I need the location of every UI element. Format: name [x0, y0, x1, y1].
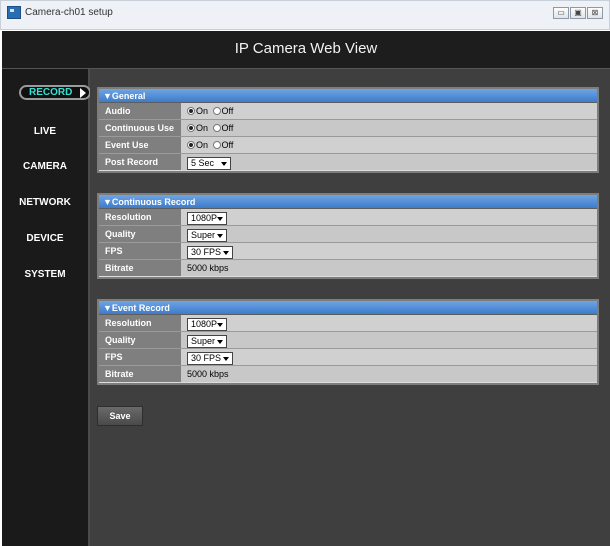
- continuous-record-header[interactable]: ▼Continuous Record: [99, 195, 597, 209]
- play-arrow-icon: [80, 88, 86, 98]
- app-icon: [7, 6, 21, 19]
- audio-on-label: On: [196, 106, 209, 116]
- event-use-label: Event Use: [99, 137, 181, 153]
- event-resolution-value: 1080P: [181, 315, 597, 331]
- nav-record-label: RECORD: [29, 87, 73, 98]
- nav-live[interactable]: LIVE: [2, 126, 88, 137]
- event-off-radio[interactable]: [212, 140, 221, 149]
- post-record-value: 5 Sec: [181, 154, 597, 170]
- continuous-fps-label: FPS: [99, 243, 181, 259]
- continuous-record-panel: ▼Continuous Record Resolution 1080P Qual…: [97, 193, 599, 279]
- continuous-use-label: Continuous Use: [99, 120, 181, 136]
- chevron-down-icon: [223, 356, 229, 361]
- continuous-quality-value: Super: [181, 226, 597, 242]
- chevron-down-icon: [223, 250, 229, 255]
- event-fps-row: FPS 30 FPS: [99, 349, 597, 366]
- audio-off-label: Off: [221, 106, 234, 116]
- continuous-bitrate-label: Bitrate: [99, 260, 181, 276]
- event-bitrate-value: 5000 kbps: [181, 366, 597, 382]
- continuous-use-value: On Off: [181, 120, 597, 136]
- continuous-fps-row: FPS 30 FPS: [99, 243, 597, 260]
- event-quality-label: Quality: [99, 332, 181, 348]
- post-record-selected: 5 Sec: [191, 157, 215, 168]
- audio-off-radio[interactable]: [212, 106, 221, 115]
- window-titlebar: Camera-ch01 setup ▭ ▣ ⊠: [0, 0, 610, 30]
- event-resolution-label: Resolution: [99, 315, 181, 331]
- continuous-bitrate-value: 5000 kbps: [181, 260, 597, 276]
- continuous-fps-value: 30 FPS: [181, 243, 597, 259]
- maximize-icon[interactable]: ▣: [570, 7, 586, 19]
- event-off-label: Off: [221, 140, 234, 150]
- continuous-off-label: Off: [221, 123, 234, 133]
- event-resolution-row: Resolution 1080P: [99, 315, 597, 332]
- continuous-bitrate-row: Bitrate 5000 kbps: [99, 260, 597, 277]
- continuous-quality-selected: Super: [191, 229, 216, 240]
- event-resolution-selected: 1080P: [191, 318, 218, 329]
- chevron-down-icon: [217, 339, 223, 344]
- window-controls: ▭ ▣ ⊠: [553, 7, 603, 19]
- continuous-off-radio[interactable]: [212, 123, 221, 132]
- continuous-quality-select[interactable]: Super: [187, 228, 227, 242]
- close-icon[interactable]: ⊠: [587, 7, 603, 19]
- post-record-select[interactable]: 5 Sec: [187, 156, 231, 170]
- continuous-fps-selected: 30 FPS: [191, 246, 222, 257]
- event-record-header[interactable]: ▼Event Record: [99, 301, 597, 315]
- continuous-resolution-select[interactable]: 1080P: [187, 211, 227, 225]
- post-record-label: Post Record: [99, 154, 181, 170]
- event-use-value: On Off: [181, 137, 597, 153]
- post-record-row: Post Record 5 Sec: [99, 154, 597, 171]
- sidebar: RECORD LIVE CAMERA NETWORK DEVICE SYSTEM: [2, 69, 91, 546]
- event-fps-selected: 30 FPS: [191, 352, 222, 363]
- app-body: RECORD LIVE CAMERA NETWORK DEVICE SYSTEM…: [2, 69, 610, 546]
- continuous-resolution-row: Resolution 1080P: [99, 209, 597, 226]
- continuous-resolution-selected: 1080P: [191, 212, 218, 223]
- continuous-fps-select[interactable]: 30 FPS: [187, 245, 233, 259]
- nav-system[interactable]: SYSTEM: [2, 269, 88, 280]
- continuous-on-radio[interactable]: [187, 123, 195, 132]
- event-fps-select[interactable]: 30 FPS: [187, 351, 233, 365]
- chevron-down-icon: [221, 161, 227, 166]
- continuous-quality-label: Quality: [99, 226, 181, 242]
- window-title: Camera-ch01 setup: [25, 7, 113, 18]
- event-use-row: Event Use On Off: [99, 137, 597, 154]
- audio-label: Audio: [99, 103, 181, 119]
- continuous-quality-row: Quality Super: [99, 226, 597, 243]
- audio-value: On Off: [181, 103, 597, 119]
- event-quality-value: Super: [181, 332, 597, 348]
- general-panel: ▼General Audio On Off Continuous Use On …: [97, 87, 599, 173]
- continuous-use-row: Continuous Use On Off: [99, 120, 597, 137]
- event-quality-row: Quality Super: [99, 332, 597, 349]
- continuous-on-label: On: [196, 123, 209, 133]
- app-title: IP Camera Web View: [234, 40, 378, 57]
- event-quality-selected: Super: [191, 335, 216, 346]
- event-fps-label: FPS: [99, 349, 181, 365]
- event-record-panel: ▼Event Record Resolution 1080P Quality S…: [97, 299, 599, 385]
- save-button[interactable]: Save: [97, 406, 143, 426]
- nav-record[interactable]: RECORD: [19, 85, 91, 100]
- event-resolution-select[interactable]: 1080P: [187, 317, 227, 331]
- continuous-resolution-value: 1080P: [181, 209, 597, 225]
- audio-row: Audio On Off: [99, 103, 597, 120]
- audio-on-radio[interactable]: [187, 106, 195, 115]
- chevron-down-icon: [217, 233, 223, 238]
- chevron-down-icon: [217, 322, 223, 327]
- event-quality-select[interactable]: Super: [187, 334, 227, 348]
- event-on-label: On: [196, 140, 209, 150]
- event-bitrate-row: Bitrate 5000 kbps: [99, 366, 597, 383]
- nav-network[interactable]: NETWORK: [2, 197, 88, 208]
- content-area: ▼General Audio On Off Continuous Use On …: [90, 69, 610, 546]
- continuous-resolution-label: Resolution: [99, 209, 181, 225]
- chevron-down-icon: [217, 216, 223, 221]
- event-on-radio[interactable]: [187, 140, 195, 149]
- nav-camera[interactable]: CAMERA: [2, 161, 88, 172]
- event-bitrate-label: Bitrate: [99, 366, 181, 382]
- general-panel-header[interactable]: ▼General: [99, 89, 597, 103]
- app-header: IP Camera Web View: [2, 31, 610, 69]
- nav-device[interactable]: DEVICE: [2, 233, 88, 244]
- event-fps-value: 30 FPS: [181, 349, 597, 365]
- minimize-icon[interactable]: ▭: [553, 7, 569, 19]
